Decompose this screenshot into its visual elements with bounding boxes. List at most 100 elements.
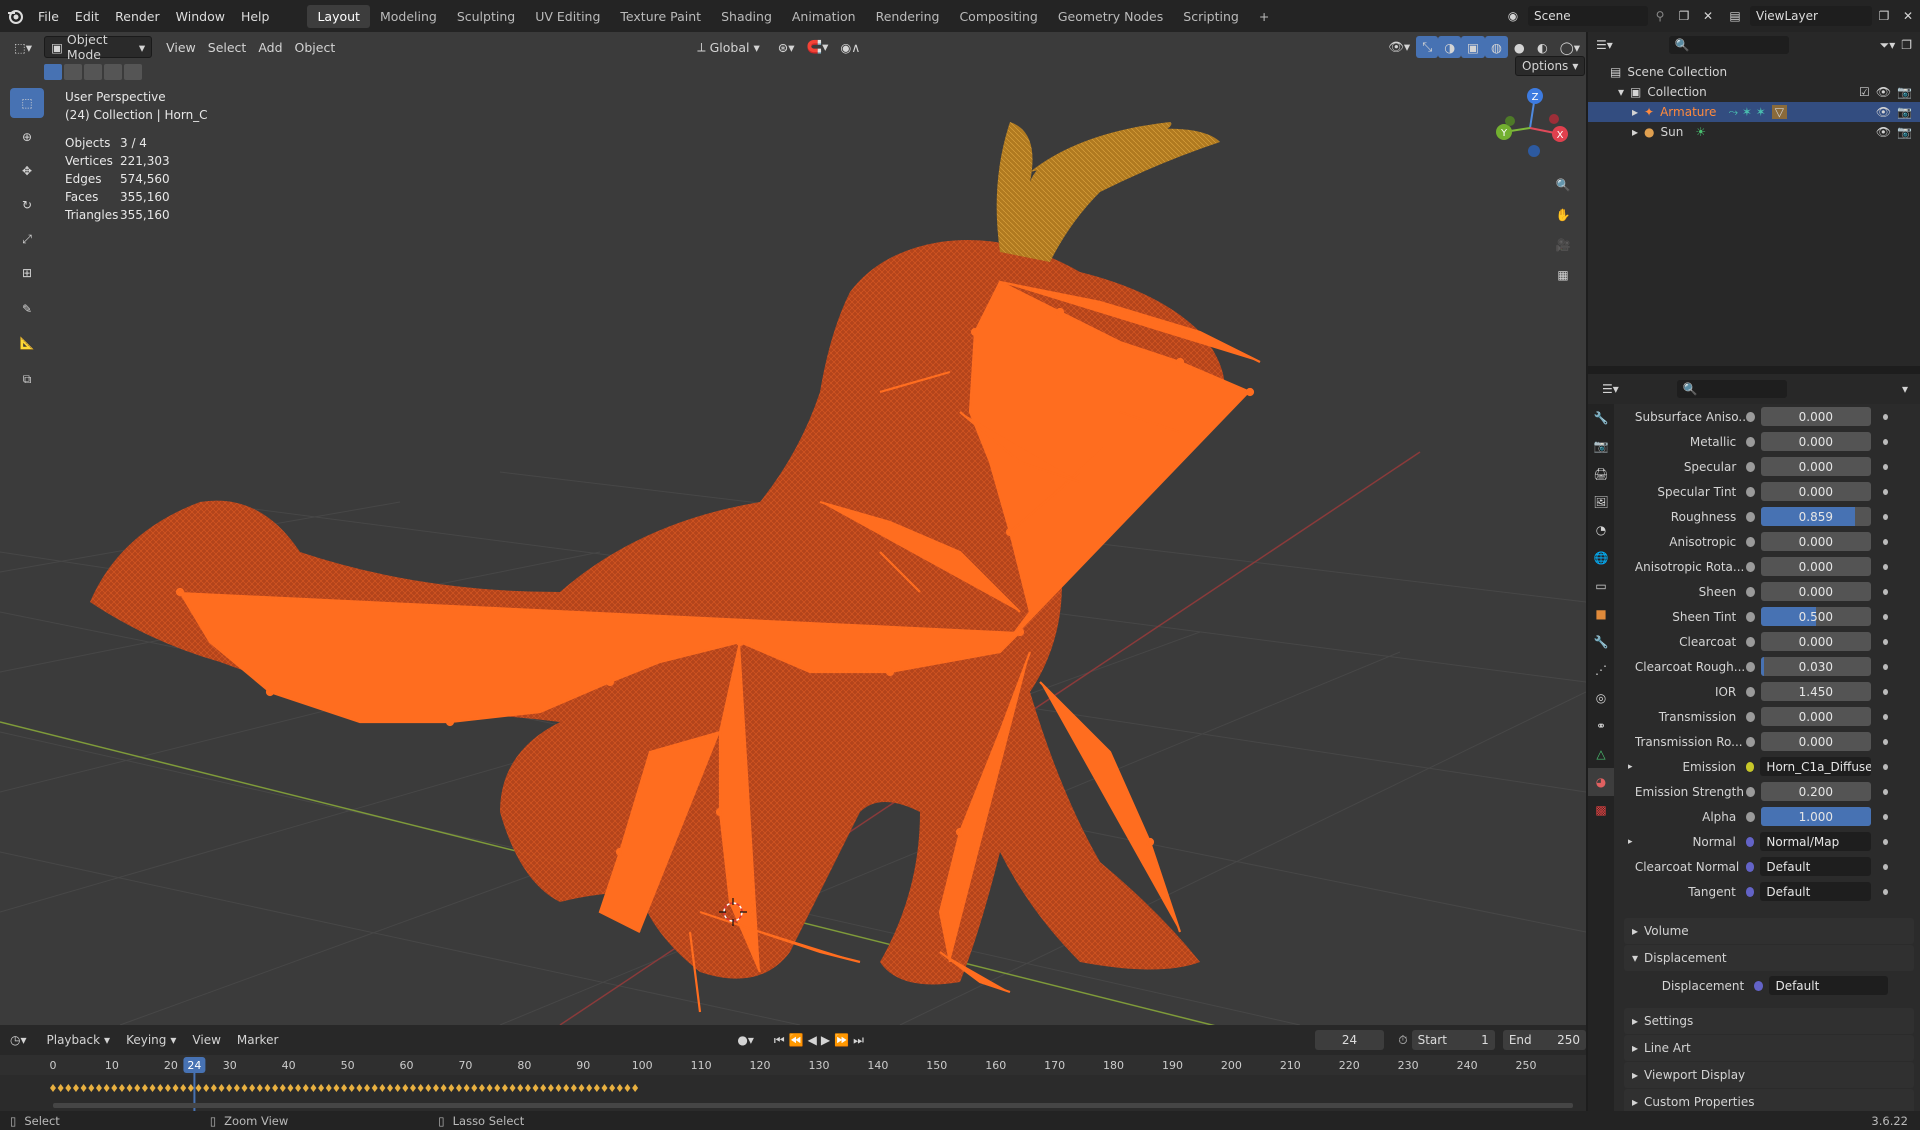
camera-view-icon[interactable]: 🎥	[1550, 232, 1576, 258]
keyframe[interactable]	[371, 1084, 378, 1092]
select-intersect-icon[interactable]	[124, 64, 142, 80]
3d-viewport[interactable]: ⬚▾ ▣ Object Mode ▾ View Select Add Object…	[0, 32, 1586, 1025]
keyframe[interactable]	[256, 1084, 263, 1092]
render-tab-icon[interactable]: 📷	[1588, 432, 1614, 460]
keyframe-dot-icon[interactable]	[1882, 663, 1888, 670]
particles-tab-icon[interactable]: ⋰	[1588, 656, 1614, 684]
keyframe[interactable]	[57, 1084, 64, 1092]
keyframe-dot-icon[interactable]	[1882, 463, 1888, 470]
socket-icon[interactable]	[1746, 686, 1755, 697]
keyframe-dot-icon[interactable]	[1882, 563, 1888, 570]
property-value-field[interactable]: 0.000	[1760, 482, 1871, 501]
checkbox-icon[interactable]: ☑	[1859, 85, 1870, 99]
keyframe[interactable]	[210, 1084, 217, 1092]
keyframe[interactable]	[387, 1084, 394, 1092]
world-tab-icon[interactable]: 🌐	[1588, 544, 1614, 572]
select-box-mode-icon[interactable]	[44, 64, 62, 80]
keyframe[interactable]	[279, 1084, 286, 1092]
keyframe[interactable]	[333, 1084, 340, 1092]
keyframe[interactable]	[494, 1084, 501, 1092]
delete-scene-icon[interactable]: ✕	[1696, 9, 1720, 23]
property-value-field[interactable]: 0.000	[1760, 732, 1871, 751]
keyframe[interactable]	[394, 1084, 401, 1092]
keyframe[interactable]	[287, 1084, 294, 1092]
menu-view-timeline[interactable]: View	[186, 1029, 226, 1051]
add-cube-tool-icon[interactable]: ⧉	[10, 364, 44, 394]
menu-help[interactable]: Help	[233, 9, 278, 24]
select-subtract-icon[interactable]	[84, 64, 102, 80]
property-value-field[interactable]: Normal/Map	[1760, 832, 1871, 851]
property-value-field[interactable]: 0.000	[1760, 707, 1871, 726]
tab-rendering[interactable]: Rendering	[866, 5, 950, 28]
keyframe[interactable]	[555, 1084, 562, 1092]
keyframe[interactable]	[586, 1084, 593, 1092]
tab-geometry-nodes[interactable]: Geometry Nodes	[1048, 5, 1173, 28]
prev-keyframe-icon[interactable]: ⏪	[789, 1033, 804, 1047]
camera-icon[interactable]: 📷	[1897, 85, 1912, 99]
socket-icon[interactable]	[1745, 886, 1755, 897]
property-value-field[interactable]: 0.000	[1760, 582, 1871, 601]
menu-file[interactable]: File	[30, 9, 67, 24]
outliner-collection[interactable]: ▾ ▣ Collection ☑ 👁 📷	[1588, 82, 1920, 102]
play-reverse-icon[interactable]: ◀	[808, 1033, 817, 1047]
keyframe[interactable]	[195, 1084, 202, 1092]
xray-toggle-icon[interactable]: ▣	[1461, 36, 1485, 58]
socket-icon[interactable]	[1754, 980, 1764, 991]
keyframe[interactable]	[187, 1084, 194, 1092]
expand-arrow-icon[interactable]: ▾	[1618, 85, 1624, 99]
tab-animation[interactable]: Animation	[782, 5, 866, 28]
menu-marker[interactable]: Marker	[231, 1029, 284, 1051]
scene-icon[interactable]: ◉	[1498, 9, 1528, 23]
keyframe[interactable]	[272, 1084, 279, 1092]
keyframe-dot-icon[interactable]	[1882, 688, 1888, 695]
tab-uv-editing[interactable]: UV Editing	[525, 5, 610, 28]
move-tool-icon[interactable]: ✥	[10, 156, 44, 186]
property-value-field[interactable]: 0.030	[1760, 657, 1871, 676]
navigation-gizmo[interactable]: Z X Y	[1490, 86, 1570, 166]
keyframe[interactable]	[356, 1084, 363, 1092]
socket-icon[interactable]	[1746, 436, 1755, 447]
texture-tab-icon[interactable]: ▩	[1588, 796, 1614, 824]
socket-icon[interactable]	[1746, 786, 1755, 797]
viewport-scene[interactable]	[0, 32, 1586, 1025]
socket-icon[interactable]	[1746, 611, 1755, 622]
keyframe-dot-icon[interactable]	[1882, 863, 1888, 870]
start-frame-field[interactable]: Start 1	[1411, 1030, 1495, 1050]
keyframe[interactable]	[65, 1084, 72, 1092]
pin-icon[interactable]: ⚲	[1648, 9, 1672, 23]
select-invert-icon[interactable]	[104, 64, 122, 80]
solid-shading-icon[interactable]: ●	[1508, 36, 1531, 58]
keyframe[interactable]	[364, 1084, 371, 1092]
socket-icon[interactable]	[1746, 461, 1755, 472]
socket-icon[interactable]	[1746, 811, 1755, 822]
outliner-item-armature[interactable]: ▸ ✦ Armature ⤳ ✶ ✶ ▽ 👁 📷	[1588, 102, 1920, 122]
menu-playback[interactable]: Playback ▾	[41, 1029, 117, 1051]
options-dropdown[interactable]: Options ▾	[1515, 56, 1586, 76]
material-shading-icon[interactable]: ◐	[1531, 36, 1554, 58]
tab-layout[interactable]: Layout	[307, 4, 370, 28]
view-layer-icon[interactable]: ▤	[1720, 9, 1750, 23]
keyframe-dot-icon[interactable]	[1882, 538, 1888, 545]
keyframe-dot-icon[interactable]	[1882, 488, 1888, 495]
wireframe-shading-icon[interactable]: ◍	[1484, 36, 1508, 58]
socket-icon[interactable]	[1746, 536, 1755, 547]
pivot-point-icon[interactable]: ⊛▾	[772, 36, 801, 58]
keyframe[interactable]	[50, 1084, 56, 1092]
keyframe[interactable]	[471, 1084, 478, 1092]
keyframe[interactable]	[532, 1084, 539, 1092]
keyframe[interactable]	[609, 1084, 616, 1092]
keyframe[interactable]	[455, 1084, 462, 1092]
keyframe[interactable]	[509, 1084, 516, 1092]
socket-icon[interactable]	[1746, 736, 1755, 747]
eye-icon[interactable]: 👁	[1876, 85, 1891, 99]
tab-sculpting[interactable]: Sculpting	[447, 5, 525, 28]
keyframe[interactable]	[157, 1084, 164, 1092]
cursor-tool-icon[interactable]: ⊕	[10, 122, 44, 152]
data-tab-icon[interactable]: △	[1588, 740, 1614, 768]
keyframe-dot-icon[interactable]	[1882, 888, 1888, 895]
new-collection-icon[interactable]: ❐	[1901, 38, 1912, 52]
outliner-item-sun[interactable]: ▸ ● Sun ☀ 👁 📷	[1588, 122, 1920, 142]
keyframe[interactable]	[310, 1084, 317, 1092]
panel-line-art[interactable]: ▸ Line Art	[1624, 1035, 1914, 1061]
transform-orientation-dropdown[interactable]: ⟂ Global ▾	[691, 36, 766, 58]
